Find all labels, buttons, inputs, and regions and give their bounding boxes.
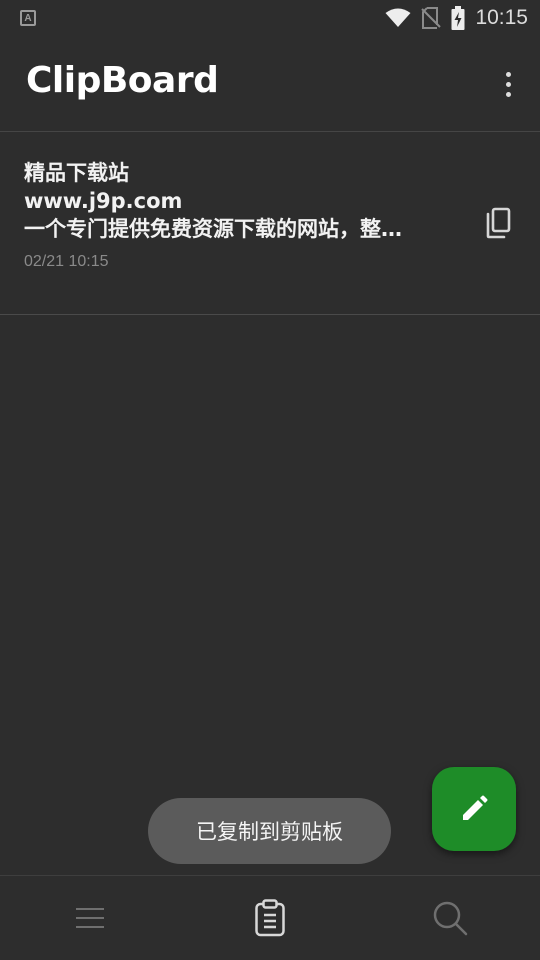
nav-search[interactable]: [360, 876, 540, 960]
menu-dot: [505, 71, 511, 77]
nav-clipboard[interactable]: [180, 876, 360, 960]
more-vert-icon[interactable]: [496, 68, 520, 100]
clip-list: 精品下载站 www.j9p.com 一个专门提供免费资源下载的网站，整… 02/…: [0, 133, 540, 315]
notification-a-icon: A: [20, 10, 36, 26]
clip-line-description: 一个专门提供免费资源下载的网站，整…: [24, 217, 402, 241]
status-time: 10:15: [475, 6, 528, 29]
clip-line-url: www.j9p.com: [24, 189, 183, 213]
battery-charging-icon: [451, 6, 465, 30]
wifi-icon: [385, 8, 411, 27]
menu-dot: [505, 81, 511, 87]
bottom-nav: [0, 875, 540, 960]
menu-dot: [505, 91, 511, 97]
search-icon: [433, 901, 468, 936]
app-bar: ClipBoard: [0, 36, 540, 132]
clip-line-title: 精品下载站: [24, 161, 129, 185]
edit-fab-button[interactable]: [432, 767, 516, 851]
clipboard-icon: [255, 899, 285, 937]
copy-icon[interactable]: [484, 207, 512, 239]
status-left: A: [20, 10, 36, 26]
status-bar: A 10:15: [0, 0, 540, 36]
no-sim-icon: [421, 7, 442, 29]
menu-lines-icon: [76, 908, 104, 928]
edit-pencil-icon: [463, 795, 488, 820]
clip-date: 02/21 10:15: [24, 253, 109, 270]
status-right: 10:15: [385, 6, 528, 30]
nav-menu[interactable]: [0, 876, 180, 960]
app-title: ClipBoard: [26, 60, 219, 101]
screen: A 10:15 ClipBoard 精品下载站 www.j9p.com 一个专门…: [0, 0, 540, 960]
toast-message: 已复制到剪贴板: [148, 798, 391, 864]
clip-item[interactable]: 精品下载站 www.j9p.com 一个专门提供免费资源下载的网站，整… 02/…: [0, 133, 540, 315]
